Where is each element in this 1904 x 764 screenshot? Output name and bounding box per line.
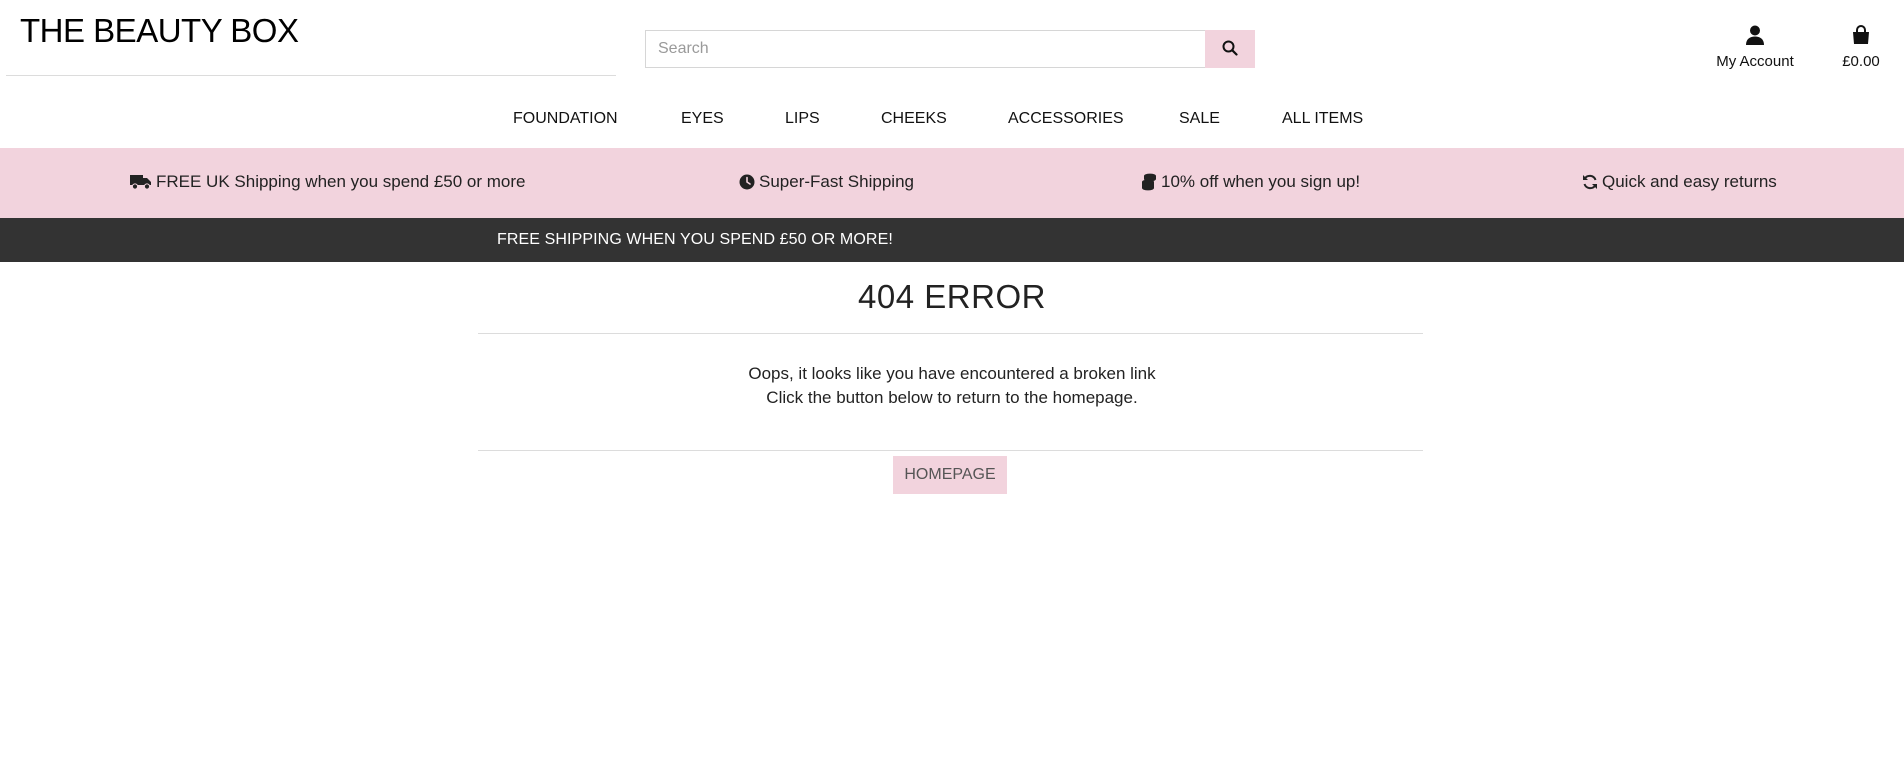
feature-text: FREE UK Shipping when you spend £50 or m… <box>156 172 526 191</box>
site-logo[interactable]: THE BEAUTY BOX <box>20 12 299 50</box>
homepage-button[interactable]: HOMEPAGE <box>893 456 1007 494</box>
truck-icon <box>130 174 152 190</box>
site-header: THE BEAUTY BOX My Account <box>0 0 1904 127</box>
search-icon <box>1222 40 1238 59</box>
bag-total: £0.00 <box>1842 53 1880 70</box>
clock-icon <box>739 174 755 190</box>
page-title: 404 ERROR <box>858 278 1046 315</box>
my-account-label: My Account <box>1716 53 1794 70</box>
nav-item-eyes[interactable]: EYES <box>681 110 724 128</box>
feature-easy-returns: Quick and easy returns <box>1582 172 1777 192</box>
search-button[interactable] <box>1205 30 1255 68</box>
divider-bottom <box>478 450 1423 451</box>
nav-item-all-items[interactable]: ALL ITEMS <box>1282 110 1363 128</box>
user-icon <box>1744 24 1766 46</box>
nav-item-accessories[interactable]: ACCESSORIES <box>1008 110 1124 128</box>
feature-text: Quick and easy returns <box>1602 172 1777 191</box>
search-form <box>645 30 1255 68</box>
feature-text: Super-Fast Shipping <box>759 172 914 191</box>
main-navigation: FOUNDATION EYES LIPS CHEEKS ACCESSORIES SALE A… <box>0 100 1904 138</box>
error-message-line: Click the button below to return to the … <box>766 388 1138 407</box>
my-account-link[interactable]: My Account <box>1700 24 1810 70</box>
nav-item-lips[interactable]: LIPS <box>785 110 820 128</box>
nav-item-foundation[interactable]: FOUNDATION <box>513 110 618 128</box>
feature-text: 10% off when you sign up! <box>1161 172 1361 191</box>
logo-container: THE BEAUTY BOX <box>6 0 616 76</box>
feature-free-shipping: FREE UK Shipping when you spend £50 or m… <box>130 172 525 192</box>
error-message: Oops, it looks like you have encountered… <box>0 362 1904 410</box>
nav-item-sale[interactable]: SALE <box>1179 110 1220 128</box>
coins-icon <box>1141 173 1157 191</box>
sync-icon <box>1582 174 1598 190</box>
promo-banner-text: FREE SHIPPING WHEN YOU SPEND £50 OR MORE… <box>497 231 893 248</box>
features-band: FREE UK Shipping when you spend £50 or m… <box>0 148 1904 218</box>
error-message-line: Oops, it looks like you have encountered… <box>748 364 1156 383</box>
nav-item-cheeks[interactable]: CHEEKS <box>881 110 947 128</box>
feature-signup-discount: 10% off when you sign up! <box>1141 172 1360 192</box>
feature-fast-shipping: Super-Fast Shipping <box>739 172 914 192</box>
search-input[interactable] <box>645 30 1205 68</box>
shopping-bag-link[interactable]: £0.00 <box>1826 24 1896 70</box>
shopping-bag-icon <box>1850 24 1872 46</box>
divider-top <box>478 333 1423 334</box>
promo-banner: FREE SHIPPING WHEN YOU SPEND £50 OR MORE… <box>0 218 1904 262</box>
